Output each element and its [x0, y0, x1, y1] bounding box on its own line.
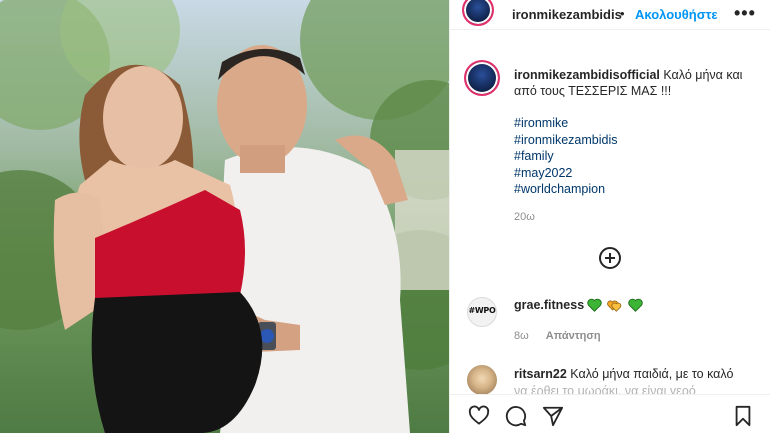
comment-timestamp: 8ω: [514, 330, 529, 342]
bookmark-icon[interactable]: [733, 405, 753, 432]
comment-icon[interactable]: [505, 405, 527, 432]
follow-button[interactable]: Ακολουθήστε: [635, 7, 718, 22]
post-side-panel: ironmikezambidis • Ακολουθήστε ••• ironm…: [449, 0, 770, 433]
commenter-avatar[interactable]: [467, 365, 497, 395]
caption-username[interactable]: ironmikezambidisofficial: [514, 68, 660, 82]
comment-text: Καλό μήνα παιδιά, με το καλό: [570, 367, 734, 381]
caption-author-avatar[interactable]: [464, 60, 500, 96]
commenter-avatar-text: #WPO: [468, 306, 496, 315]
comment: ritsarn22 Καλό μήνα παιδιά, με το καλό: [514, 367, 733, 381]
comment-username[interactable]: ritsarn22: [514, 367, 567, 381]
reply-button[interactable]: Απάντηση: [546, 330, 601, 342]
share-icon[interactable]: [542, 405, 564, 432]
comment-meta: 8ω Απάντηση: [514, 330, 601, 342]
green-heart-icon: [587, 298, 602, 312]
post-actions-bar: [450, 394, 770, 433]
hashtag-link[interactable]: #may2022: [514, 165, 618, 182]
commenter-avatar[interactable]: #WPO: [467, 297, 497, 327]
author-avatar[interactable]: [462, 0, 494, 26]
author-username[interactable]: ironmikezambidis: [512, 7, 622, 22]
more-options-icon[interactable]: •••: [734, 3, 756, 24]
post-caption: ironmikezambidisofficial Καλό μήνα και α…: [514, 67, 759, 99]
hashtag-list: #ironmike #ironmikezambidis #family #may…: [514, 115, 618, 198]
caption-timestamp: 20ω: [514, 211, 535, 223]
post-header: ironmikezambidis • Ακολουθήστε •••: [450, 0, 770, 30]
hashtag-link[interactable]: #worldchampion: [514, 181, 618, 198]
post-photo[interactable]: [0, 0, 449, 433]
comment-emojis: [587, 298, 644, 317]
comment-username[interactable]: grae.fitness: [514, 298, 584, 312]
header-separator: •: [620, 6, 625, 21]
hashtag-link[interactable]: #family: [514, 148, 618, 165]
couple-photo-illustration: [0, 0, 449, 433]
heart-icon[interactable]: [468, 405, 490, 430]
green-heart-icon: [628, 298, 643, 312]
add-comment-icon[interactable]: [599, 247, 621, 269]
hashtag-link[interactable]: #ironmike: [514, 115, 618, 132]
yellow-hearts-icon: [607, 300, 622, 312]
hashtag-link[interactable]: #ironmikezambidis: [514, 132, 618, 149]
